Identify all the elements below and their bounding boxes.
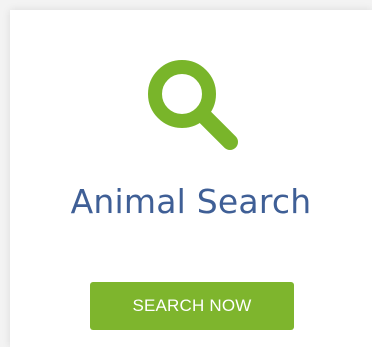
search-now-label: SEARCH NOW bbox=[132, 296, 252, 315]
search-now-button[interactable]: SEARCH NOW bbox=[90, 282, 294, 330]
animal-search-card: Animal Search SEARCH NOW bbox=[10, 10, 372, 347]
card-title: Animal Search bbox=[70, 182, 312, 221]
search-icon bbox=[138, 50, 248, 160]
